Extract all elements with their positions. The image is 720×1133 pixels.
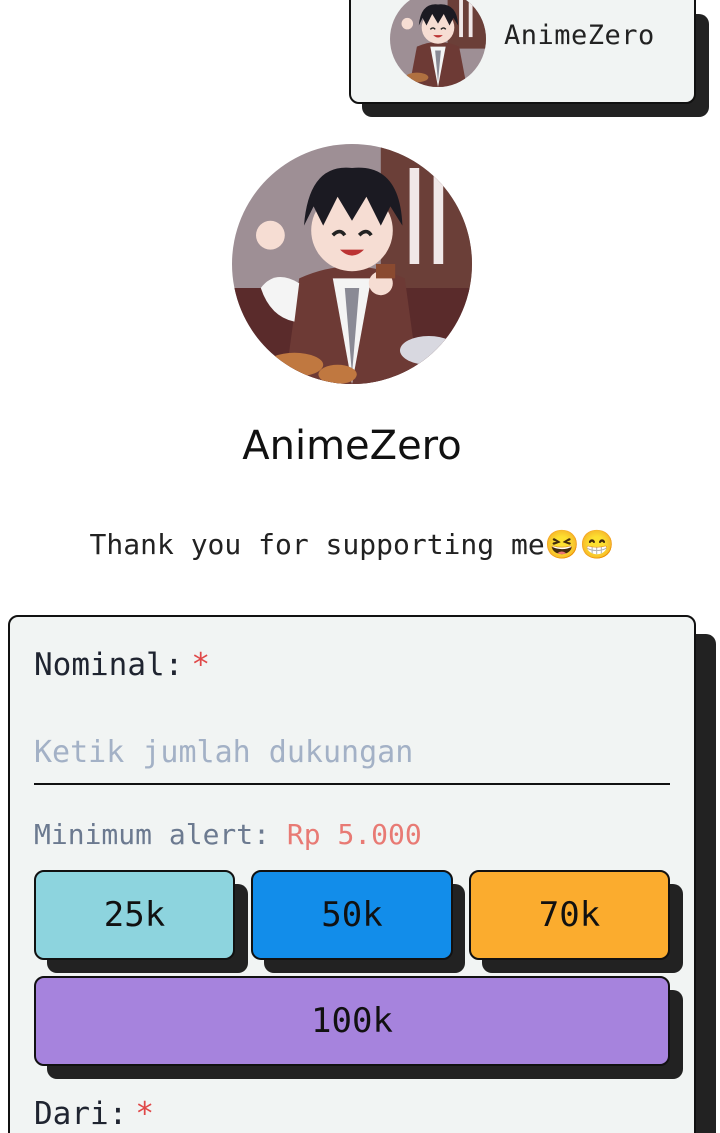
from-label: Dari: * <box>34 1096 154 1132</box>
nominal-label-text: Nominal: <box>34 647 184 683</box>
preset-100k-button[interactable]: 100k <box>34 976 670 1066</box>
preset-50k-button[interactable]: 50k <box>251 870 453 960</box>
required-mark: * <box>191 647 210 683</box>
minimum-alert-label: Minimum alert: <box>34 818 271 851</box>
preset-70k-button[interactable]: 70k <box>469 870 670 960</box>
required-mark: * <box>135 1096 154 1132</box>
minimum-alert: Minimum alert: Rp 5.000 <box>34 818 422 851</box>
preset-25k-button[interactable]: 25k <box>34 870 235 960</box>
minimum-alert-amount: Rp 5.000 <box>286 818 422 851</box>
chip-username[interactable]: AnimeZero <box>504 20 655 51</box>
anime-avatar-icon <box>232 144 472 384</box>
amount-input[interactable] <box>34 722 670 785</box>
from-label-text: Dari: <box>34 1096 128 1132</box>
profile-name: AnimeZero <box>242 423 462 469</box>
profile-avatar <box>232 144 472 384</box>
nominal-label: Nominal: * <box>34 647 210 683</box>
profile-tagline: Thank you for supporting me😆😁 <box>89 528 615 561</box>
